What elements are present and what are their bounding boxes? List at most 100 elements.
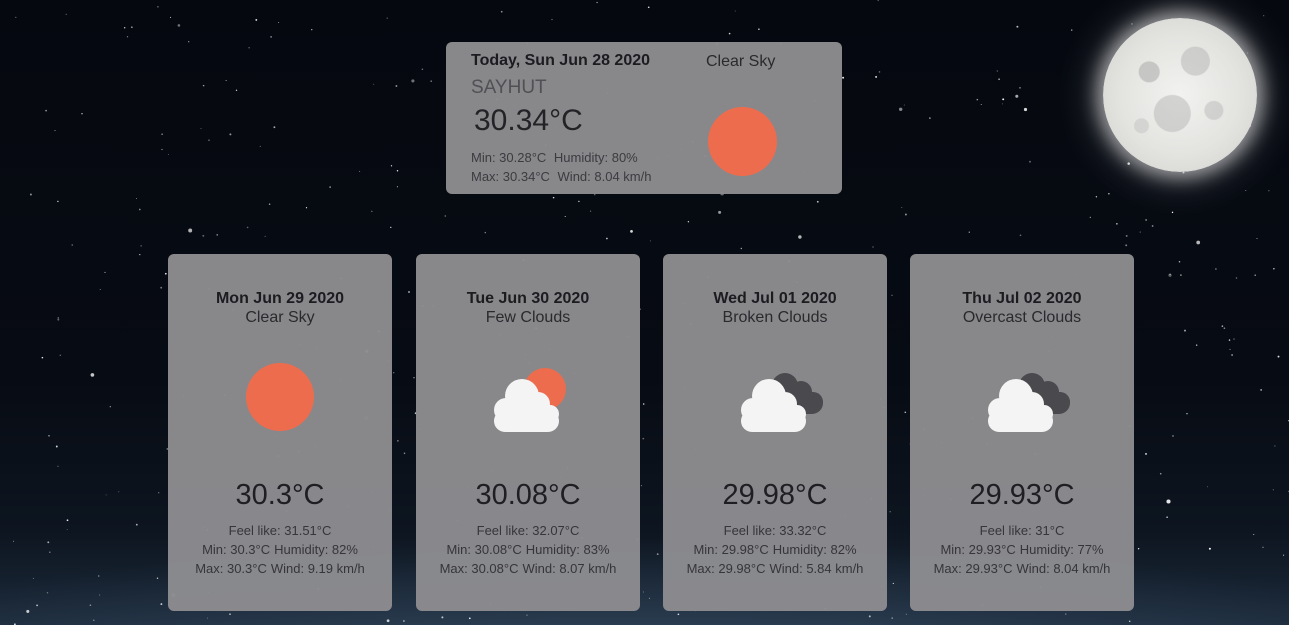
star [41,356,44,359]
star [207,617,208,619]
star [578,200,580,203]
forecast-wind: Wind: 5.84 km/h [769,561,864,576]
star [444,215,447,217]
star [246,226,249,229]
star [305,207,308,209]
star [396,170,399,172]
forecast-max: Max: 30.3°C [195,561,267,576]
star [202,234,205,237]
star [1159,472,1162,475]
star [135,523,138,526]
today-condition: Clear Sky [706,53,776,70]
forecast-date: Tue Jun 30 2020 [466,290,590,307]
star [164,272,167,275]
star [968,231,970,233]
forecast-card-2: Tue Jun 30 2020 Few Clouds 30.08°C Feel … [416,254,640,611]
star [1116,223,1118,225]
star [36,604,39,607]
star [1171,211,1174,214]
star [1089,216,1091,219]
star [32,577,34,579]
star [45,109,47,112]
star [170,16,172,18]
star [139,253,141,256]
star [1229,348,1231,350]
star [1095,196,1098,198]
star [373,83,375,85]
star [430,80,432,82]
star [168,153,169,155]
star [905,613,907,615]
star [441,616,444,619]
star [1184,329,1186,332]
star [1137,548,1140,550]
forecast-feel: Feel like: 32.07°C [476,523,580,538]
overcast-clouds-icon [988,373,1070,432]
star [903,104,905,106]
star [877,0,879,2]
star [104,271,106,273]
star [1178,260,1181,263]
star [57,465,59,467]
star [1253,534,1255,535]
star [202,84,205,87]
star [65,13,67,15]
star [55,445,58,448]
star [1254,274,1256,276]
forecast-card-3: Wed Jul 01 2020 Broken Clouds 29.98°C Fe… [663,254,887,611]
forecast-min: Min: 29.98°C [693,542,769,557]
forecast-min: Min: 30.08°C [446,542,522,557]
star [1016,25,1019,28]
star [105,494,107,496]
star [1228,339,1231,341]
star [901,207,903,209]
star [235,89,238,91]
star [216,234,218,236]
star [161,148,163,151]
star [650,240,652,242]
star [1263,15,1265,17]
star [93,619,95,621]
star [29,193,32,196]
star [225,80,227,81]
star [1223,327,1226,330]
today-stats: Min: 30.28°C Humidity: 80% Max: 30.34°C … [471,148,655,186]
star [57,200,59,203]
star [500,10,503,13]
star [160,603,163,606]
star [109,406,111,408]
star [1166,516,1168,518]
star [656,553,659,555]
forecast-max: Max: 29.93°C [933,561,1013,576]
star [1065,613,1067,615]
forecast-min: Min: 29.93°C [940,542,1016,557]
star [892,582,894,585]
forecast-stats: Feel like: 32.07°C Min: 30.08°C Humidity:… [416,521,640,578]
star [677,613,680,616]
star [421,68,424,71]
star [131,26,133,28]
star [99,594,101,596]
star [1151,225,1154,227]
star [47,541,50,544]
forecast-date: Wed Jul 01 2020 [713,290,837,307]
forecast-min: Min: 30.3°C [202,542,271,557]
today-weather-card: Today, Sun Jun 28 2020 Clear Sky SAYHUT … [446,42,842,194]
star [904,411,907,414]
few-clouds-icon [494,368,566,432]
star [1283,554,1285,556]
star [1235,277,1238,279]
star [798,235,802,239]
star [278,21,280,24]
star [386,17,388,19]
forecast-temperature: 30.08°C [475,479,581,511]
star [397,440,399,442]
star [1071,29,1073,31]
star [393,372,395,374]
star [1145,452,1147,455]
star [1166,499,1171,504]
star [1015,94,1019,98]
forecast-stats: Feel like: 31°C Min: 29.93°C Humidity: 77… [910,521,1134,578]
forecast-wind: Wind: 8.04 km/h [1016,561,1111,576]
star [1221,325,1224,327]
